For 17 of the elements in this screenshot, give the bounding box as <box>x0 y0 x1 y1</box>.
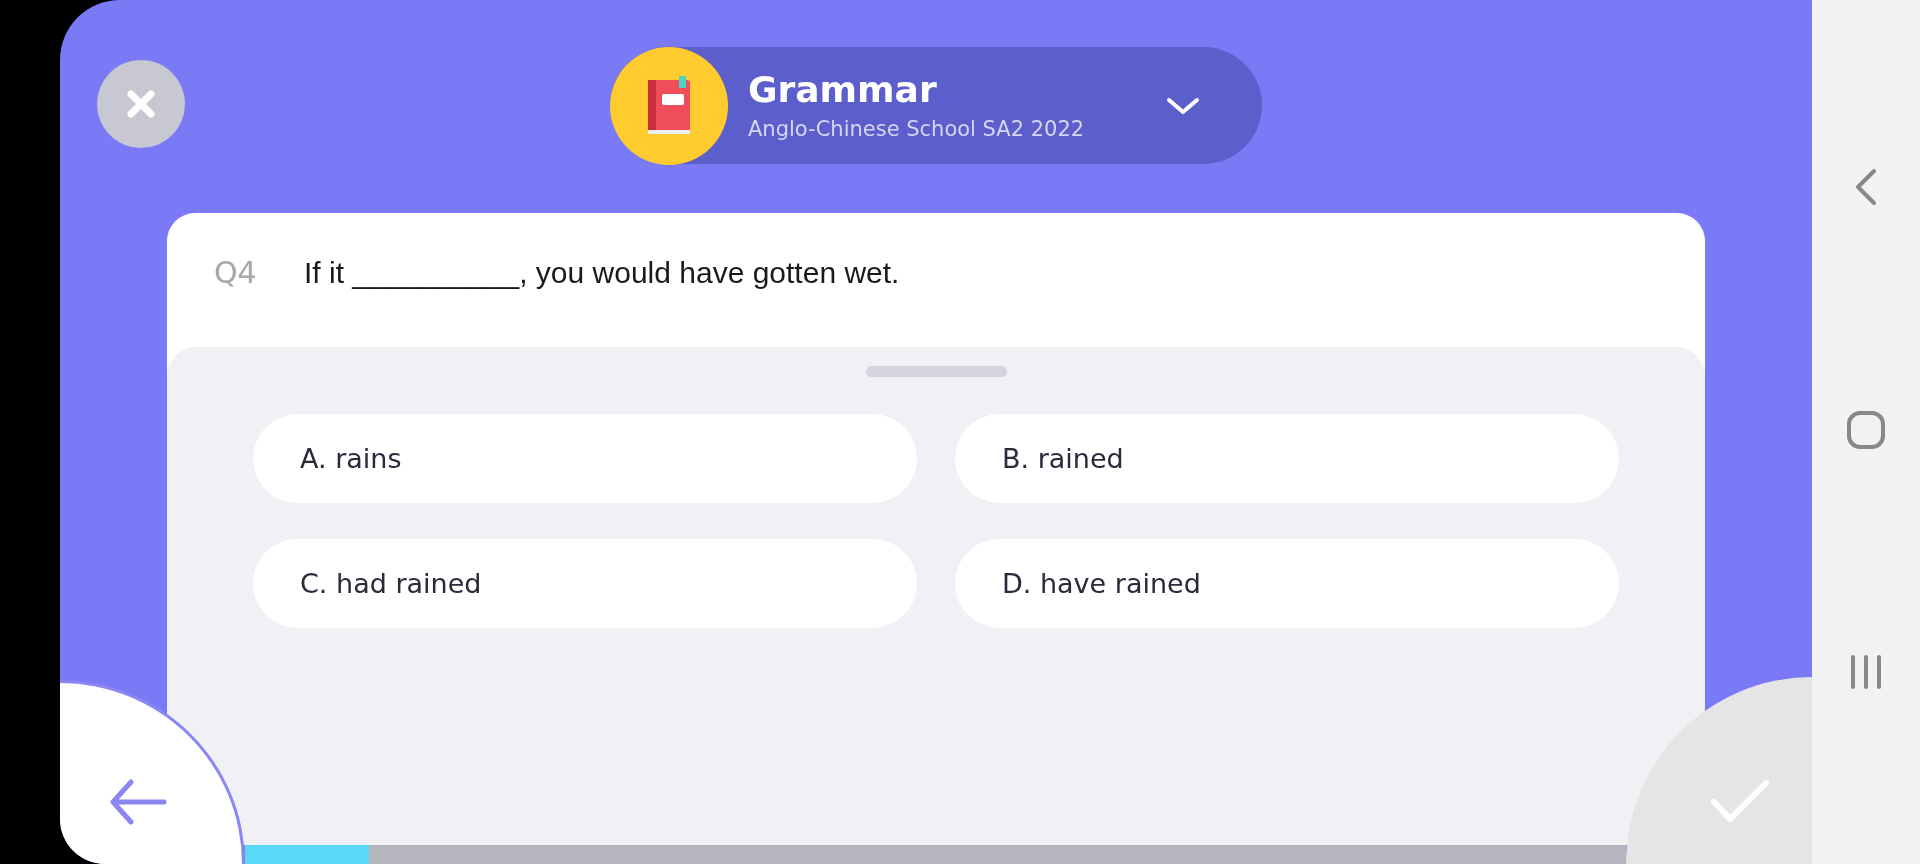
home-nav-icon[interactable] <box>1846 410 1886 450</box>
close-icon <box>126 89 156 119</box>
question-text: If it __________, you would have gotten wet. <box>304 255 900 291</box>
answer-option[interactable]: B. rained <box>955 414 1619 503</box>
subject-title: Grammar <box>748 67 938 112</box>
recent-apps-icon[interactable] <box>1849 654 1883 690</box>
subject-selector[interactable]: Grammar Anglo-Chinese School SA2 2022 <box>610 47 1262 164</box>
chevron-down-icon <box>1166 95 1200 116</box>
answer-option[interactable]: A. rains <box>253 414 917 503</box>
drag-handle[interactable] <box>865 366 1007 377</box>
paper-name: Anglo-Chinese School SA2 2022 <box>748 115 1086 143</box>
question-number: Q4 <box>214 254 258 292</box>
back-nav-icon[interactable] <box>1854 168 1878 206</box>
back-arrow-icon <box>109 779 167 825</box>
answer-option[interactable]: D. have rained <box>955 539 1619 628</box>
check-icon <box>1710 779 1770 825</box>
answer-option[interactable]: C. had rained <box>253 539 917 628</box>
